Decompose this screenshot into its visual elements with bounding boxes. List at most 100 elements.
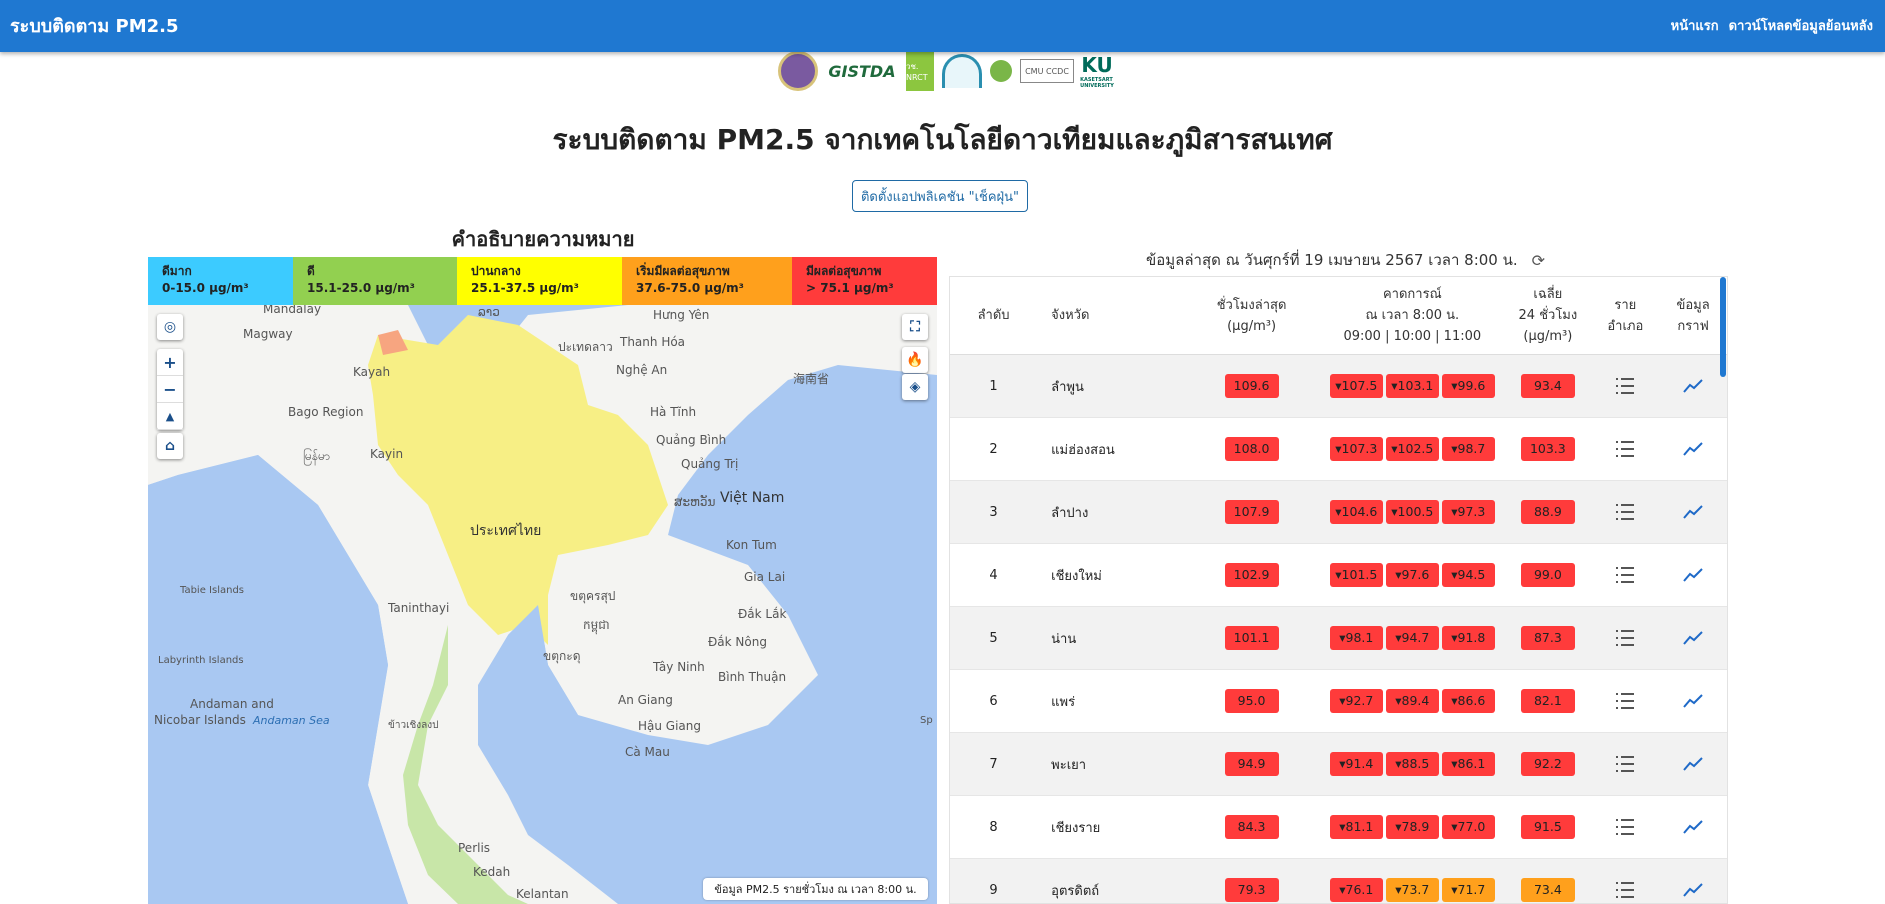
chart-line-icon[interactable]: [1683, 757, 1703, 771]
avg-cell: 103.3: [1504, 437, 1591, 461]
map-label: Andaman and: [190, 697, 274, 711]
table-header: ลำดับ จังหวัด ชั่วโมงล่าสุด (µg/m³) คาดก…: [950, 277, 1727, 355]
legend-range: 25.1-37.5 µg/m³: [471, 281, 579, 295]
avg-cell: 87.3: [1504, 626, 1591, 650]
chart-line-icon[interactable]: [1683, 505, 1703, 519]
chart-line-icon[interactable]: [1683, 631, 1703, 645]
table-scrollbar[interactable]: [1720, 277, 1726, 377]
map-label: Tabie Islands: [180, 585, 244, 596]
district-cell: [1591, 819, 1659, 835]
chart-line-icon[interactable]: [1683, 820, 1703, 834]
hour-cell: 101.1: [1183, 626, 1321, 650]
map-label: Cà Mau: [625, 745, 670, 759]
refresh-icon[interactable]: ⟳: [1532, 251, 1545, 270]
table-row[interactable]: 9 อุตรดิตถ์ 79.3 ▾76.1 ▾73.7 ▾71.7 73.4: [950, 859, 1727, 903]
header-avg-line: เฉลี่ย: [1533, 287, 1563, 302]
list-icon[interactable]: [1616, 756, 1635, 772]
list-icon[interactable]: [1616, 819, 1635, 835]
legend-title: คำอธิบายความหมาย: [451, 227, 635, 251]
forecast-value-badge: ▾101.5: [1329, 563, 1383, 587]
map-label: ข้าวเชิงลงป: [388, 720, 439, 731]
table-row[interactable]: 6 แพร่ 95.0 ▾92.7 ▾89.4 ▾86.6 82.1: [950, 670, 1727, 733]
hour-cell: 84.3: [1183, 815, 1321, 839]
locate-icon[interactable]: ◎: [157, 314, 183, 340]
legend-label: เริ่มมีผลต่อสุขภาพ: [636, 264, 730, 278]
top-navbar: ระบบติดตาม PM2.5 หน้าแรก ดาวน์โหลดข้อมูล…: [0, 0, 1885, 52]
forecast-value-badge: ▾76.1: [1329, 878, 1383, 902]
chart-line-icon[interactable]: [1683, 379, 1703, 393]
header-avg-line: (µg/m³): [1523, 329, 1573, 344]
table-row[interactable]: 2 แม่ฮ่องสอน 108.0 ▾107.3 ▾102.5 ▾98.7 103.3: [950, 418, 1727, 481]
hour-value-badge: 107.9: [1224, 500, 1279, 524]
table-row[interactable]: 4 เชียงใหม่ 102.9 ▾101.5 ▾97.6 ▾94.5 99.0: [950, 544, 1727, 607]
map-label: Sp: [920, 715, 933, 726]
pm25-map[interactable]: Mandalay Magway Kayah Bago Region Kayin …: [148, 305, 937, 904]
header-avg: เฉลี่ย 24 ชั่วโมง (µg/m³): [1504, 284, 1591, 347]
province-cell: ลำปาง: [1051, 505, 1089, 521]
forecast-value-badge: ▾100.5: [1385, 500, 1439, 524]
nav-home-link[interactable]: หน้าแรก: [1671, 15, 1719, 36]
header-graph-line: ข้อมูล: [1676, 297, 1710, 313]
legend-sensitive: เริ่มมีผลต่อสุขภาพ 37.6-75.0 µg/m³: [622, 257, 792, 305]
avg-cell: 93.4: [1504, 374, 1591, 398]
ku-logo-subtext: KASETSART UNIVERSITY: [1080, 77, 1114, 89]
table-row[interactable]: 8 เชียงราย 84.3 ▾81.1 ▾78.9 ▾77.0 91.5: [950, 796, 1727, 859]
fullscreen-icon[interactable]: ⛶: [902, 314, 928, 340]
zoom-out-button[interactable]: −: [157, 376, 183, 403]
header-district: ราย อำเภอ: [1591, 295, 1659, 337]
ku-logo-text: KU: [1081, 53, 1113, 77]
avg-cell: 73.4: [1504, 878, 1591, 902]
list-icon[interactable]: [1616, 504, 1635, 520]
rank-cell: 6: [989, 693, 998, 709]
avg-value-badge: 103.3: [1520, 437, 1575, 461]
fire-icon[interactable]: 🔥: [902, 347, 928, 373]
map-label: ລາວ: [478, 305, 500, 319]
forecast-value-badge: ▾86.1: [1441, 752, 1495, 776]
layers-icon[interactable]: ◈: [902, 374, 928, 400]
list-icon[interactable]: [1616, 630, 1635, 646]
table-row[interactable]: 7 พะเยา 94.9 ▾91.4 ▾88.5 ▾86.1 92.2: [950, 733, 1727, 796]
chart-line-icon[interactable]: [1683, 694, 1703, 708]
chart-line-icon[interactable]: [1683, 568, 1703, 582]
forecast-value-badge: ▾104.6: [1329, 500, 1383, 524]
table-row[interactable]: 1 ลำพูน 109.6 ▾107.5 ▾103.1 ▾99.6 93.4: [950, 355, 1727, 418]
forecast-cell: ▾107.3 ▾102.5 ▾98.7: [1320, 437, 1504, 461]
list-icon[interactable]: [1616, 693, 1635, 709]
legend-range: 0-15.0 µg/m³: [162, 281, 249, 295]
table-row[interactable]: 5 น่าน 101.1 ▾98.1 ▾94.7 ▾91.8 87.3: [950, 607, 1727, 670]
chart-line-icon[interactable]: [1683, 442, 1703, 456]
list-icon[interactable]: [1616, 378, 1635, 394]
map-label: 海南省: [793, 372, 830, 386]
forecast-value-badge: ▾88.5: [1385, 752, 1439, 776]
header-hour-line: (µg/m³): [1227, 318, 1277, 334]
hour-value-badge: 79.3: [1224, 878, 1279, 902]
hour-cell: 108.0: [1183, 437, 1321, 461]
nav-download-link[interactable]: ดาวน์โหลดข้อมูลย้อนหลัง: [1729, 15, 1873, 36]
map-label: Bình Thuận: [718, 670, 787, 684]
list-icon[interactable]: [1616, 441, 1635, 457]
compass-icon[interactable]: ▲: [157, 403, 183, 430]
map-label: Kon Tum: [726, 538, 777, 552]
province-ranking-table: ลำดับ จังหวัด ชั่วโมงล่าสุด (µg/m³) คาดก…: [949, 276, 1728, 904]
district-cell: [1591, 504, 1659, 520]
list-icon[interactable]: [1616, 567, 1635, 583]
brand-title[interactable]: ระบบติดตาม PM2.5: [10, 11, 179, 40]
table-row[interactable]: 3 ลำปาง 107.9 ▾104.6 ▾100.5 ▾97.3 88.9: [950, 481, 1727, 544]
list-icon[interactable]: [1616, 882, 1635, 898]
forecast-value-badge: ▾98.7: [1441, 437, 1495, 461]
zoom-in-button[interactable]: +: [157, 349, 183, 376]
header-graph-line: กราฟ: [1677, 318, 1709, 334]
header-graph: ข้อมูล กราฟ: [1659, 295, 1727, 337]
legend-label: ปานกลาง: [471, 264, 521, 278]
chart-line-icon[interactable]: [1683, 883, 1703, 897]
graph-cell: [1659, 757, 1727, 771]
forecast-value-badge: ▾97.6: [1385, 563, 1439, 587]
home-icon[interactable]: ⌂: [157, 433, 183, 459]
install-app-button[interactable]: ติดตั้งแอปพลิเคชัน "เช็คฝุ่น": [852, 180, 1028, 212]
map-label: Kedah: [473, 865, 511, 879]
province-cell: ลำพูน: [1051, 379, 1084, 395]
province-cell: แม่ฮ่องสอน: [1051, 442, 1115, 458]
avg-cell: 88.9: [1504, 500, 1591, 524]
map-label: ສະຫວັນ: [674, 495, 716, 509]
map-label: Quảng Trị: [681, 457, 739, 471]
